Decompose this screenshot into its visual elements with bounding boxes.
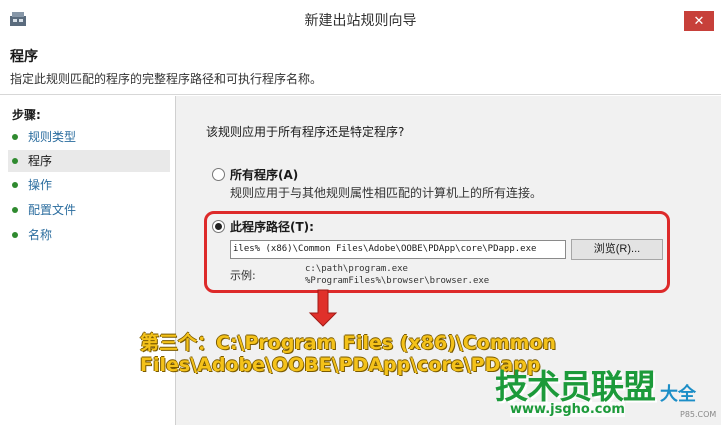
step-item-rule-type[interactable]: 规则类型: [8, 126, 170, 148]
step-bullet-icon: [12, 207, 18, 213]
title-bar: 新建出站规则向导 ✕: [0, 0, 721, 38]
steps-heading: 步骤:: [12, 108, 41, 122]
step-bullet-icon: [12, 134, 18, 140]
step-item-label: 程序: [28, 154, 53, 168]
close-button[interactable]: ✕: [684, 11, 714, 31]
annotation-line-1: 第三个：C:\Program Files (x86)\Common: [140, 332, 557, 354]
step-bullet-icon: [12, 158, 18, 164]
page-title: 程序: [10, 49, 38, 65]
step-item-label: 名称: [28, 228, 53, 242]
page-description: 指定此规则匹配的程序的完整程序路径和可执行程序名称。: [10, 72, 323, 86]
step-item-label: 配置文件: [28, 203, 77, 217]
watermark-url: www.jsgho.com: [510, 402, 625, 417]
step-item-label: 规则类型: [28, 130, 77, 144]
step-item-profile[interactable]: 配置文件: [8, 199, 170, 221]
program-question: 该规则应用于所有程序还是特定程序?: [206, 125, 405, 139]
step-bullet-icon: [12, 232, 18, 238]
wizard-header: 程序 指定此规则匹配的程序的完整程序路径和可执行程序名称。: [0, 38, 721, 95]
watermark-logo: 技术员联盟: [495, 367, 656, 406]
window-title: 新建出站规则向导: [304, 13, 417, 29]
step-item-program[interactable]: 程序: [8, 150, 170, 172]
all-programs-description: 规则应用于与其他规则属性相匹配的计算机上的所有连接。: [230, 186, 543, 200]
step-item-action[interactable]: 操作: [8, 174, 170, 196]
step-item-label: 操作: [28, 178, 53, 192]
annotation-line-2: Files\Adobe\OOBE\PDApp\core\PDapp: [140, 354, 541, 376]
step-item-name[interactable]: 名称: [8, 224, 170, 246]
step-bullet-icon: [12, 182, 18, 188]
all-programs-radio[interactable]: [212, 168, 225, 181]
highlight-box: [204, 211, 670, 293]
watermark-suffix: 大全: [660, 384, 696, 405]
watermark-url-secondary: P85.COM: [680, 410, 717, 419]
all-programs-label[interactable]: 所有程序(A): [230, 166, 298, 183]
